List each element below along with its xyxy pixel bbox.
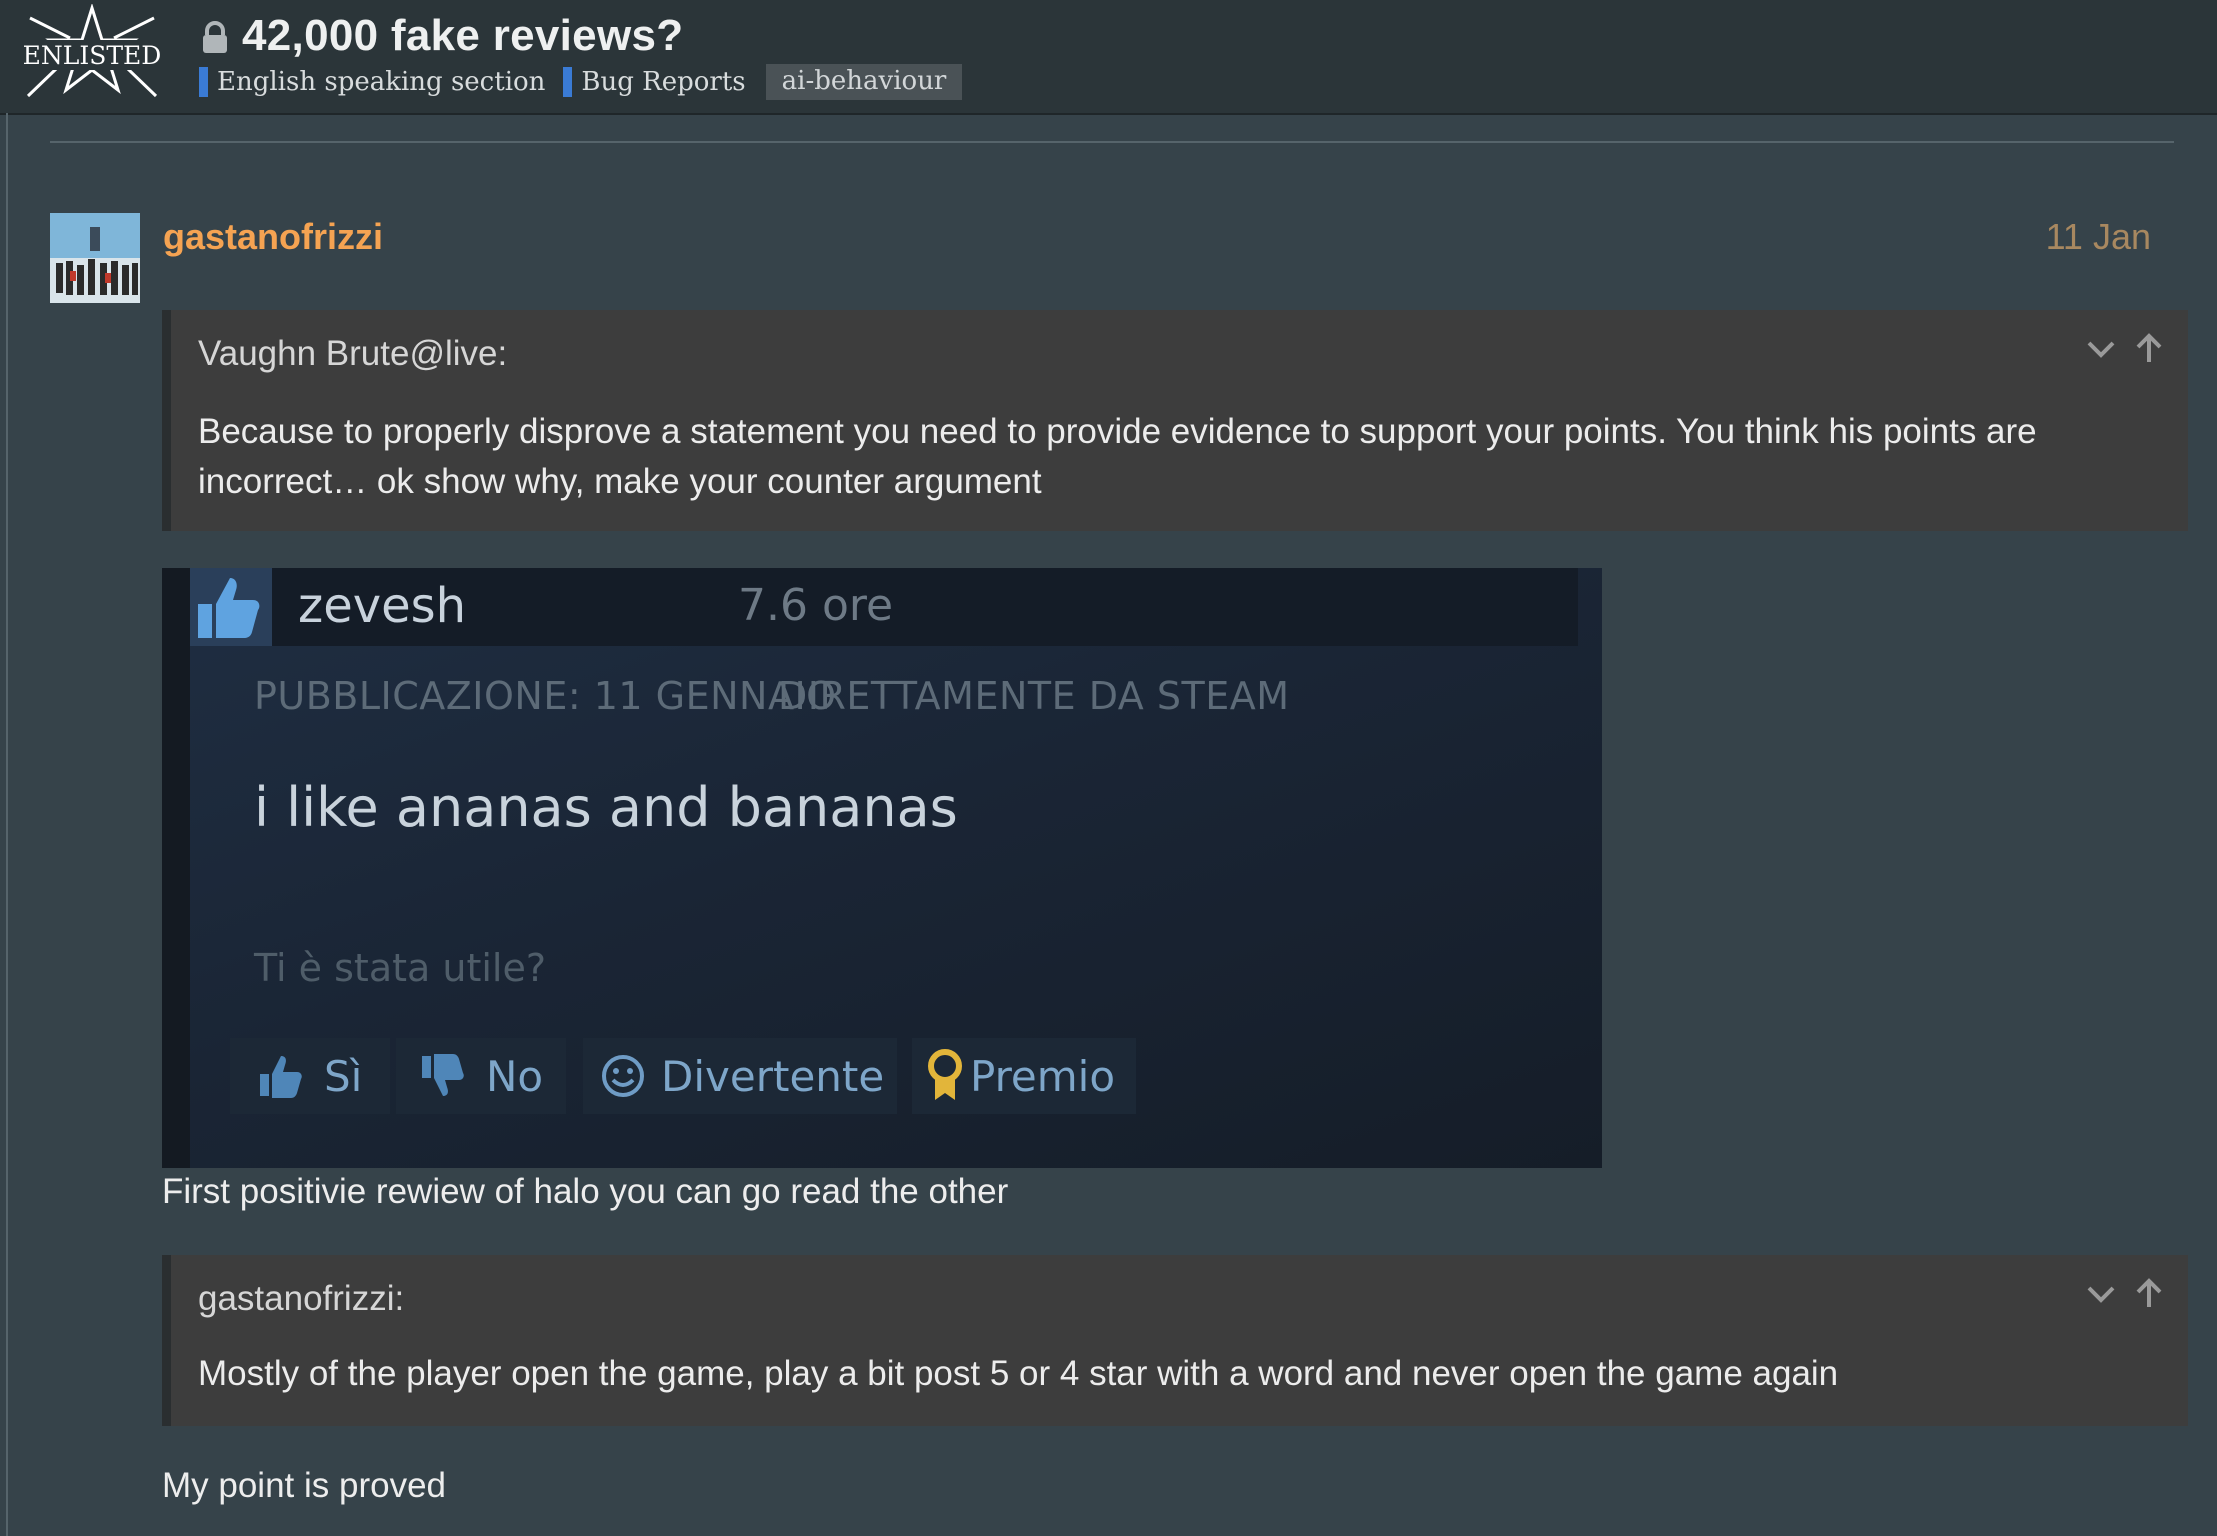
tag-ai-behaviour[interactable]: ai-behaviour (765, 64, 963, 100)
quote-controls (2084, 1277, 2166, 1311)
review-header-bar: zevesh 7.6 ore (190, 568, 1578, 646)
avatar-image (50, 213, 140, 303)
category-row: English speaking section Bug Reports ai-… (199, 64, 963, 100)
chevron-down-icon[interactable] (2084, 1277, 2118, 1311)
quote-controls (2084, 332, 2166, 366)
review-published: PUBBLICAZIONE: 11 GENNAIO (254, 674, 837, 718)
quote-block: gastanofrizzi: Mostly of the player open… (162, 1255, 2188, 1426)
quote-text: Mostly of the player open the game, play… (198, 1354, 1839, 1393)
post-divider (50, 141, 2174, 143)
post-paragraph: My point is proved (162, 1466, 447, 1505)
category-bug-reports[interactable]: Bug Reports (563, 67, 746, 97)
category-english-speaking[interactable]: English speaking section (199, 67, 545, 97)
review-source: DIRETTAMENTE DA STEAM (778, 674, 1290, 718)
thumbs-up-icon (198, 578, 260, 638)
arrow-up-icon[interactable] (2132, 1277, 2166, 1311)
post-username[interactable]: gastanofrizzi (163, 216, 383, 258)
review-hours: 7.6 ore (738, 580, 894, 631)
smiley-icon (602, 1055, 644, 1097)
review-funny-label: Divertente (661, 1051, 885, 1101)
award-icon (928, 1049, 962, 1100)
review-text: i like ananas and bananas (254, 776, 958, 839)
avatar[interactable] (50, 213, 140, 303)
review-yes-label: Sì (324, 1051, 363, 1101)
lock-icon (203, 21, 227, 53)
review-funny-button: Divertente (583, 1038, 897, 1114)
review-card: zevesh 7.6 ore PUBBLICAZIONE: 11 GENNAIO… (190, 568, 1602, 1168)
review-no-button: No (396, 1038, 566, 1114)
arrow-up-icon[interactable] (2132, 332, 2166, 366)
quote-author[interactable]: gastanofrizzi: (198, 1279, 404, 1319)
topic-title[interactable]: 42,000 fake reviews? (242, 11, 683, 61)
post-date[interactable]: 11 Jan (2046, 216, 2151, 258)
embedded-review-image[interactable]: zevesh 7.6 ore PUBBLICAZIONE: 11 GENNAIO… (162, 568, 1602, 1168)
category-label: English speaking section (217, 67, 546, 97)
review-no-label: No (486, 1051, 544, 1101)
site-header: ENLISTED 42,000 fake reviews? English sp… (0, 0, 2217, 115)
category-color-swatch (199, 67, 208, 97)
enlisted-logo[interactable]: ENLISTED (22, 4, 162, 102)
review-award-label: Premio (970, 1051, 1116, 1101)
quote-author[interactable]: Vaughn Brute@live: (198, 334, 507, 374)
category-color-swatch (563, 67, 573, 97)
review-yes-button: Sì (230, 1038, 390, 1114)
review-username: zevesh (298, 578, 467, 634)
post-paragraph: First positivie rewiew of halo you can g… (162, 1172, 1009, 1211)
chevron-down-icon[interactable] (2084, 332, 2118, 366)
quote-block: Vaughn Brute@live: Because to properly d… (162, 310, 2188, 531)
review-award-button: Premio (912, 1038, 1136, 1114)
thumbs-up-badge (190, 568, 272, 646)
review-helpful-question: Ti è stata utile? (254, 946, 547, 990)
logo-text: ENLISTED (23, 41, 162, 70)
thumbs-down-icon (422, 1054, 464, 1096)
timeline-rail (6, 113, 8, 1536)
thumbs-up-icon (260, 1056, 302, 1098)
quote-text: Because to properly disprove a statement… (198, 412, 2037, 501)
category-label: Bug Reports (581, 67, 746, 97)
title-row: 42,000 fake reviews? (200, 10, 683, 62)
